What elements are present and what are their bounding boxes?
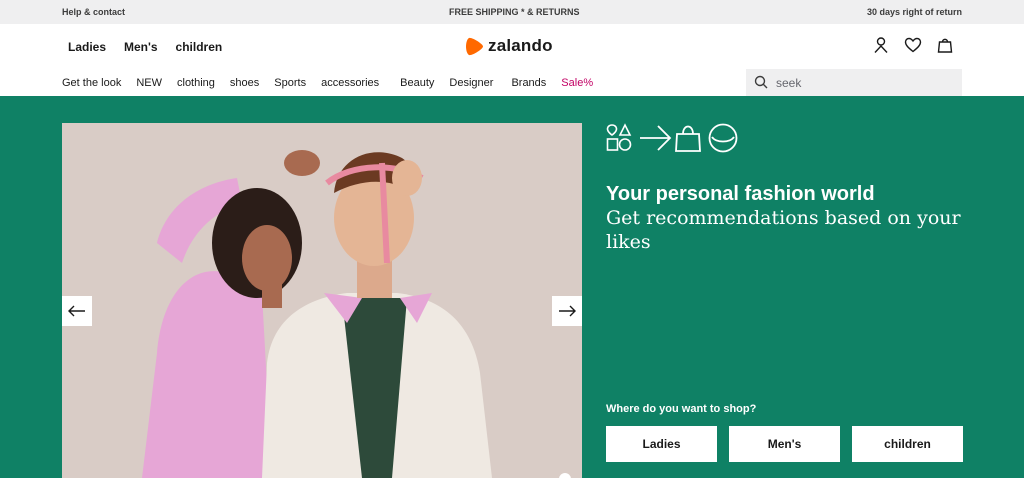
cat-sports[interactable]: Sports (274, 77, 306, 89)
free-shipping-text: FREE SHIPPING * & RETURNS (449, 7, 580, 17)
shapes-icon (606, 123, 632, 151)
header-icons (872, 36, 954, 54)
shopping-bag-icon (675, 125, 701, 152)
search-icon[interactable] (754, 75, 768, 89)
cat-beauty[interactable]: Beauty (400, 77, 434, 89)
heart-icon[interactable] (904, 36, 922, 54)
carousel-dot[interactable] (559, 473, 571, 478)
hero-photo-illustration (62, 123, 582, 478)
help-contact-link[interactable]: Help & contact (62, 7, 125, 17)
shop-ladies-button[interactable]: Ladies (606, 426, 717, 462)
cat-accessories[interactable]: accessories (321, 77, 379, 89)
arrow-right-icon (640, 125, 672, 151)
hero-banner: Your personal fashion world Get recommen… (0, 96, 1024, 478)
shop-children-button[interactable]: children (852, 426, 963, 462)
gender-nav-mens[interactable]: Men's (124, 40, 158, 54)
feature-icons (606, 123, 738, 153)
logo-mark-icon (466, 37, 483, 55)
shop-mens-button[interactable]: Men's (729, 426, 840, 462)
cat-brands[interactable]: Brands (511, 77, 546, 89)
gender-nav: Ladies Men's children (68, 40, 222, 54)
logo-text: zalando (488, 36, 553, 55)
gender-nav-ladies[interactable]: Ladies (68, 40, 106, 54)
gender-nav-children[interactable]: children (176, 40, 223, 54)
arrow-left-icon (68, 305, 85, 317)
cat-new[interactable]: NEW (136, 77, 162, 89)
carousel-next-button[interactable] (552, 296, 582, 326)
cat-shoes[interactable]: shoes (230, 77, 259, 89)
cat-sale[interactable]: Sale% (561, 77, 593, 89)
bag-icon[interactable] (936, 36, 954, 54)
category-nav: Get the look NEW clothing shoes Sports a… (62, 77, 608, 89)
arrow-right-icon (559, 305, 576, 317)
user-icon[interactable] (872, 36, 890, 54)
cat-clothing[interactable]: clothing (177, 77, 215, 89)
cat-designer[interactable]: Designer (449, 77, 493, 89)
smile-icon (708, 123, 738, 153)
search-box (746, 69, 962, 96)
carousel-prev-button[interactable] (62, 296, 92, 326)
hero-subtitle: Get recommendations based on your likes (606, 207, 961, 253)
return-policy-link[interactable]: 30 days right of return (867, 7, 962, 17)
hero-image (62, 123, 582, 478)
hero-title: Your personal fashion world (606, 183, 875, 205)
shop-buttons: Ladies Men's children (606, 426, 963, 462)
cat-get-the-look[interactable]: Get the look (62, 77, 121, 89)
search-input[interactable] (776, 69, 956, 96)
shop-question: Where do you want to shop? (606, 403, 757, 415)
zalando-logo[interactable]: zalando (466, 36, 553, 56)
top-bar: Help & contact FREE SHIPPING * & RETURNS… (0, 0, 1024, 24)
